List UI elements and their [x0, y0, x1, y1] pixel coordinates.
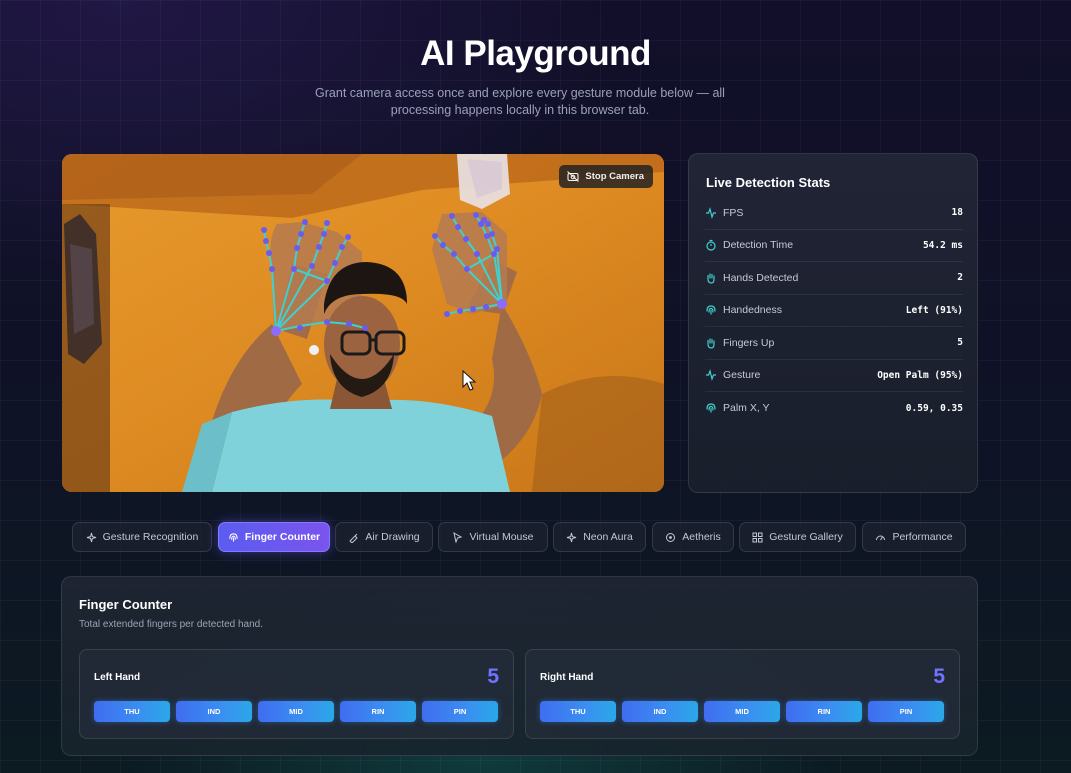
camera-off-icon: [567, 171, 580, 182]
stat-value: 5: [957, 337, 963, 349]
fingerprint-icon: [706, 403, 716, 413]
stat-value: 54.2 ms: [922, 239, 963, 251]
finger-middle: MID: [258, 701, 334, 722]
cursor-icon: [453, 531, 463, 543]
tab-gesture-recognition[interactable]: Gesture Recognition: [72, 522, 212, 552]
tab-gesture-gallery[interactable]: Gesture Gallery: [739, 522, 856, 552]
tab-label: Neon Aura: [583, 531, 633, 543]
activity-icon: [706, 369, 716, 382]
stat-label: Hands Detected: [723, 271, 799, 284]
tab-air-drawing[interactable]: Air Drawing: [335, 522, 433, 552]
left-hand-card: Left Hand 5 THU IND MID RIN PIN: [79, 649, 514, 739]
finger-counter-panel: Finger Counter Total extended fingers pe…: [61, 576, 978, 756]
hand-count: 5: [933, 665, 945, 688]
tab-aetheris[interactable]: Aetheris: [652, 522, 734, 552]
finger-counter-description: Total extended fingers per detected hand…: [79, 619, 264, 630]
stat-label: Fingers Up: [723, 336, 775, 349]
hand-count: 5: [487, 665, 499, 688]
page-subtitle: Grant camera access once and explore eve…: [315, 86, 725, 117]
stat-row-palm-xy: Palm X, Y 0.59, 0.35: [705, 392, 963, 425]
hand-icon: [707, 273, 715, 284]
sparkles-icon: [86, 532, 96, 542]
stat-value: Left (91%): [905, 304, 963, 316]
finger-index: IND: [176, 701, 252, 722]
stat-label: FPS: [723, 206, 744, 219]
tab-label: Aetheris: [682, 531, 721, 543]
timer-icon: [706, 240, 716, 251]
stat-value: 18: [951, 207, 963, 219]
stat-row-fingers-up: Fingers Up 5: [705, 327, 963, 360]
finger-pinky: PIN: [868, 701, 944, 722]
tab-label: Gesture Recognition: [102, 531, 199, 543]
finger-counter-title: Finger Counter: [79, 597, 173, 612]
finger-ring: RIN: [786, 701, 862, 722]
stat-label: Gesture: [723, 369, 761, 382]
tab-label: Gesture Gallery: [769, 531, 843, 543]
grid-icon: [752, 532, 763, 542]
hand-icon: [707, 338, 715, 349]
stat-label: Palm X, Y: [723, 402, 770, 415]
fingerprint-icon: [229, 532, 238, 542]
finger-indicators: THU IND MID RIN PIN: [540, 701, 944, 722]
finger-thumb: THU: [94, 701, 170, 722]
tab-performance[interactable]: Performance: [862, 522, 966, 552]
tab-label: Virtual Mouse: [469, 531, 534, 543]
live-stats-panel: Live Detection Stats FPS 18 Detection Ti…: [688, 153, 978, 493]
page-title: AI Playground: [420, 34, 651, 73]
orbit-icon: [666, 532, 676, 542]
left-wrist-point: [271, 326, 281, 336]
head: [324, 296, 400, 392]
stat-row-handedness: Handedness Left (91%): [705, 295, 963, 327]
gauge-icon: [876, 535, 886, 540]
tab-label: Finger Counter: [244, 531, 321, 543]
stat-row-detection-time: Detection Time 54.2 ms: [705, 230, 963, 262]
finger-middle: MID: [704, 701, 780, 722]
spark-icon: [567, 532, 577, 542]
stat-value: 0.59, 0.35: [905, 402, 963, 414]
stat-label: Handedness: [723, 304, 782, 317]
stat-label: Detection Time: [723, 239, 794, 252]
tab-finger-counter[interactable]: Finger Counter: [218, 522, 330, 552]
tab-label: Air Drawing: [365, 531, 420, 543]
stat-row-fps: FPS 18: [705, 197, 963, 230]
right-hand-card: Right Hand 5 THU IND MID RIN PIN: [525, 649, 960, 739]
stat-value: Open Palm (95%): [877, 369, 963, 381]
tab-label: Performance: [892, 531, 953, 543]
stat-row-hands-detected: Hands Detected 2: [705, 262, 963, 295]
finger-ring: RIN: [340, 701, 416, 722]
activity-icon: [706, 206, 716, 219]
right-wrist-point: [497, 299, 507, 309]
earbud: [309, 345, 319, 355]
tab-virtual-mouse[interactable]: Virtual Mouse: [438, 522, 548, 552]
finger-index: IND: [622, 701, 698, 722]
hand-label: Right Hand: [540, 672, 594, 683]
stop-camera-label: Stop Camera: [585, 171, 644, 182]
finger-thumb: THU: [540, 701, 616, 722]
stat-value: 2: [957, 272, 963, 284]
brush-icon: [349, 533, 359, 543]
fingerprint-icon: [706, 305, 716, 315]
hand-label: Left Hand: [94, 672, 141, 683]
tab-neon-aura[interactable]: Neon Aura: [553, 522, 646, 552]
shirt: [212, 399, 510, 492]
stat-row-gesture: Gesture Open Palm (95%): [705, 360, 963, 392]
stats-title: Live Detection Stats: [706, 175, 831, 190]
stop-camera-button[interactable]: Stop Camera: [559, 165, 653, 188]
finger-pinky: PIN: [422, 701, 498, 722]
camera-scene: [62, 154, 664, 492]
finger-indicators: THU IND MID RIN PIN: [94, 701, 498, 722]
camera-feed: Stop Camera: [62, 154, 664, 492]
